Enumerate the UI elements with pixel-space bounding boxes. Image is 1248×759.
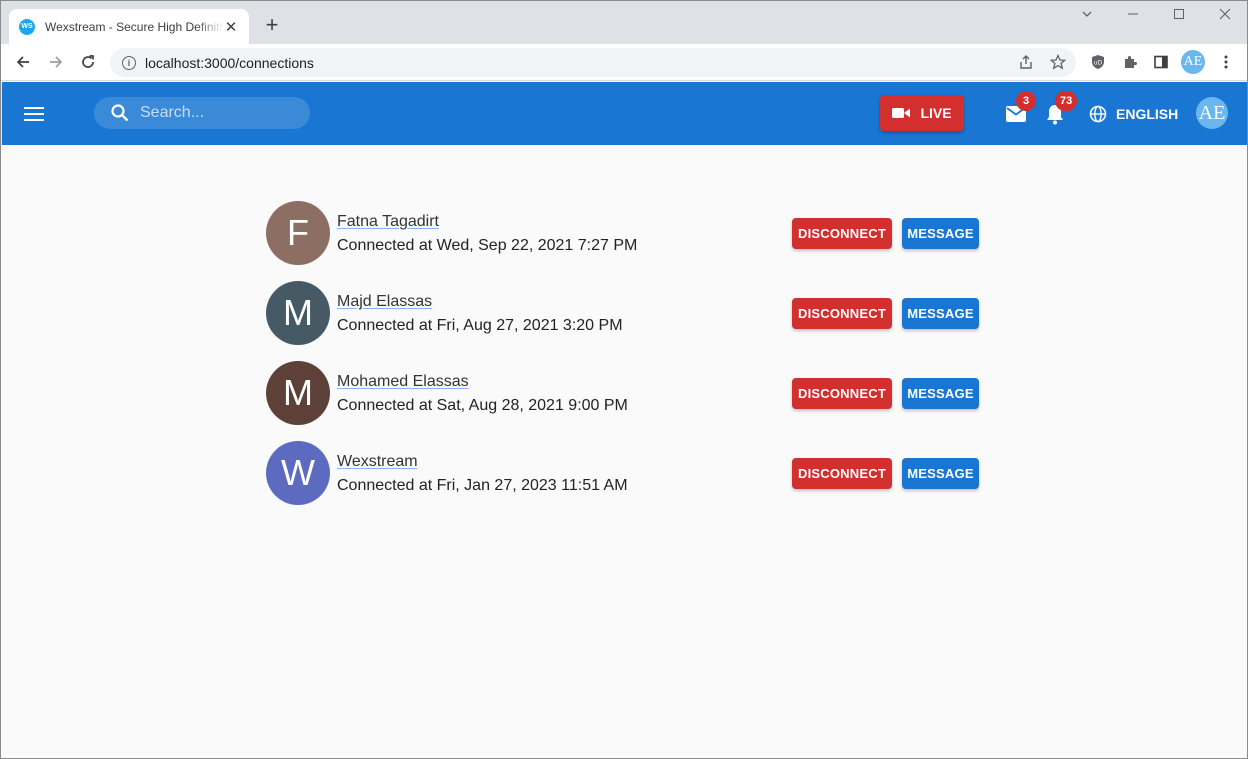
puzzle-extensions-icon[interactable]	[1120, 52, 1140, 72]
notifications-button[interactable]: 73	[1043, 91, 1078, 126]
share-icon[interactable]	[1016, 52, 1036, 72]
new-tab-icon[interactable]: +	[260, 14, 284, 38]
connection-date: Connected at Fri, Jan 27, 2023 11:51 AM	[337, 477, 628, 494]
connection-avatar[interactable]: W	[266, 441, 330, 505]
profile-avatar[interactable]: AE	[1181, 50, 1205, 74]
reload-icon[interactable]	[76, 50, 100, 74]
connection-row: W Wexstream Connected at Fri, Jan 27, 20…	[266, 441, 986, 521]
connection-avatar[interactable]: F	[266, 201, 330, 265]
connections-page: F Fatna Tagadirt Connected at Wed, Sep 2…	[2, 145, 1247, 758]
connection-row: M Majd Elassas Connected at Fri, Aug 27,…	[266, 281, 986, 361]
messages-button[interactable]: 3	[1004, 91, 1036, 126]
shield-extension-icon[interactable]: uD	[1088, 52, 1108, 72]
globe-icon	[1089, 105, 1107, 123]
search-input[interactable]	[140, 104, 300, 122]
favicon-icon: WS	[19, 18, 35, 35]
browser-tab[interactable]: WS Wexstream - Secure High Definition ✕	[9, 9, 249, 44]
connection-row: F Fatna Tagadirt Connected at Wed, Sep 2…	[266, 201, 986, 281]
message-button[interactable]: MESSAGE	[902, 458, 979, 489]
user-avatar[interactable]: AE	[1196, 97, 1228, 129]
disconnect-button[interactable]: DISCONNECT	[792, 378, 892, 409]
messages-badge: 3	[1016, 91, 1036, 111]
close-window-icon[interactable]	[1213, 7, 1237, 27]
back-icon[interactable]	[11, 50, 35, 74]
browser-toolbar: i localhost:3000/connections uD AE	[1, 44, 1247, 81]
video-camera-icon	[892, 108, 911, 118]
close-tab-icon[interactable]: ✕	[223, 18, 239, 36]
search-icon	[111, 104, 129, 122]
browser-menu-icon[interactable]	[1216, 52, 1236, 72]
language-selector[interactable]: ENGLISH	[1089, 102, 1178, 126]
disconnect-button[interactable]: DISCONNECT	[792, 458, 892, 489]
live-label: LIVE	[920, 105, 952, 121]
tab-search-icon[interactable]	[1075, 7, 1099, 27]
message-button[interactable]: MESSAGE	[902, 298, 979, 329]
notifications-badge: 73	[1055, 91, 1078, 111]
connection-name-link[interactable]: Wexstream	[337, 453, 418, 471]
site-info-icon[interactable]: i	[122, 55, 136, 70]
address-bar[interactable]: i localhost:3000/connections	[110, 48, 1076, 77]
browser-window: WS Wexstream - Secure High Definition ✕ …	[0, 0, 1248, 759]
minimize-icon[interactable]	[1121, 7, 1145, 27]
svg-text:uD: uD	[1094, 60, 1103, 67]
language-label: ENGLISH	[1116, 106, 1179, 122]
connection-avatar[interactable]: M	[266, 281, 330, 345]
bookmark-star-icon[interactable]	[1048, 52, 1068, 72]
connection-name-link[interactable]: Majd Elassas	[337, 293, 432, 311]
message-button[interactable]: MESSAGE	[902, 218, 979, 249]
disconnect-button[interactable]: DISCONNECT	[792, 298, 892, 329]
connection-name-link[interactable]: Fatna Tagadirt	[337, 213, 439, 231]
hamburger-menu-icon[interactable]	[22, 102, 46, 126]
disconnect-button[interactable]: DISCONNECT	[792, 218, 892, 249]
maximize-icon[interactable]	[1167, 7, 1191, 27]
live-button[interactable]: LIVE	[880, 95, 964, 131]
connection-date: Connected at Sat, Aug 28, 2021 9:00 PM	[337, 397, 628, 414]
connection-date: Connected at Fri, Aug 27, 2021 3:20 PM	[337, 317, 623, 334]
url-text: localhost:3000/connections	[145, 54, 314, 71]
tab-strip: WS Wexstream - Secure High Definition ✕ …	[1, 1, 1247, 44]
connection-row: M Mohamed Elassas Connected at Sat, Aug …	[266, 361, 986, 441]
connections-list: F Fatna Tagadirt Connected at Wed, Sep 2…	[266, 201, 986, 521]
side-panel-icon[interactable]	[1151, 52, 1171, 72]
search-box[interactable]	[94, 97, 310, 129]
app-header: LIVE 3 73 ENGLISH AE	[2, 82, 1247, 145]
forward-icon[interactable]	[44, 50, 68, 74]
connection-date: Connected at Wed, Sep 22, 2021 7:27 PM	[337, 237, 638, 254]
connection-name-link[interactable]: Mohamed Elassas	[337, 373, 469, 391]
message-button[interactable]: MESSAGE	[902, 378, 979, 409]
connection-avatar[interactable]: M	[266, 361, 330, 425]
tab-title: Wexstream - Secure High Definition	[45, 19, 224, 34]
